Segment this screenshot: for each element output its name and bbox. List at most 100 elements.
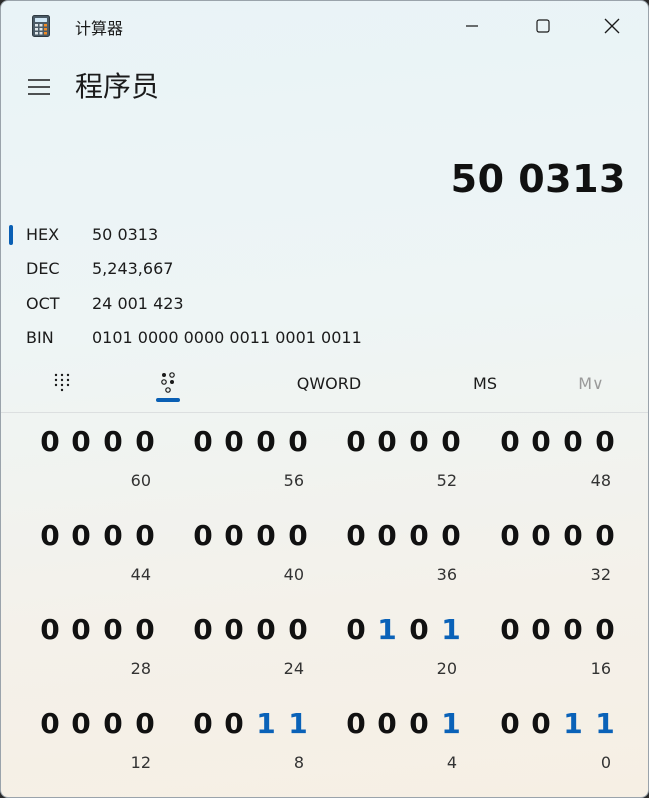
- bit-toggle[interactable]: 0: [132, 425, 158, 458]
- bit-toggle[interactable]: 0: [560, 613, 586, 646]
- bit-toggling-keypad-icon: [161, 372, 175, 393]
- radix-dec[interactable]: DEC 5,243,667: [1, 253, 601, 285]
- close-button[interactable]: [589, 1, 635, 51]
- keypad-toolbar: QWORD MS M∨: [1, 363, 648, 411]
- bit-toggle[interactable]: 0: [560, 425, 586, 458]
- divider: [1, 412, 648, 413]
- bit-toggle[interactable]: 1: [285, 707, 311, 740]
- bit-toggle[interactable]: 0: [190, 425, 216, 458]
- memory-menu-button[interactable]: M∨: [561, 363, 621, 403]
- bit-toggle[interactable]: 0: [528, 425, 554, 458]
- bit-toggle[interactable]: 0: [132, 707, 158, 740]
- bit-toggle[interactable]: 0: [343, 707, 369, 740]
- navigation-menu-button[interactable]: [23, 71, 55, 103]
- bit-toggle[interactable]: 0: [100, 613, 126, 646]
- bit-toggle[interactable]: 0: [406, 519, 432, 552]
- bit-toggle[interactable]: 0: [592, 519, 618, 552]
- bit-toggling-keypad-button[interactable]: [147, 363, 189, 403]
- bit-toggle[interactable]: 1: [438, 613, 464, 646]
- radix-label: BIN: [26, 328, 54, 347]
- bit-toggle[interactable]: 1: [560, 707, 586, 740]
- minimize-button[interactable]: [449, 1, 495, 51]
- bit-toggle[interactable]: 0: [528, 613, 554, 646]
- radix-bin[interactable]: BIN 0101 0000 0000 0011 0001 0011: [1, 322, 601, 354]
- bit-toggle[interactable]: 0: [37, 707, 63, 740]
- bit-toggle[interactable]: 0: [438, 425, 464, 458]
- bit-toggle[interactable]: 0: [285, 519, 311, 552]
- bit-toggle[interactable]: 0: [68, 707, 94, 740]
- word-size-button[interactable]: QWORD: [279, 363, 379, 403]
- bit-toggle[interactable]: 0: [374, 519, 400, 552]
- bit-toggle[interactable]: 0: [497, 519, 523, 552]
- bit-toggle[interactable]: 0: [100, 519, 126, 552]
- radix-value: 50 0313: [92, 225, 159, 244]
- bit-toggle[interactable]: 0: [190, 707, 216, 740]
- bit-toggle[interactable]: 0: [497, 425, 523, 458]
- bit-position-label: 36: [436, 565, 457, 584]
- memory-store-button[interactable]: MS: [455, 363, 515, 403]
- bit-toggle[interactable]: 0: [343, 613, 369, 646]
- bit-toggle[interactable]: 0: [132, 613, 158, 646]
- bit-toggle[interactable]: 0: [406, 707, 432, 740]
- bit-position-label: 8: [293, 753, 304, 772]
- bit-toggle[interactable]: 0: [438, 519, 464, 552]
- full-keypad-icon: [54, 373, 70, 392]
- bit-toggle[interactable]: 0: [221, 613, 247, 646]
- bit-toggle[interactable]: 0: [190, 519, 216, 552]
- radix-value: 24 001 423: [92, 294, 184, 313]
- bit-toggle[interactable]: 0: [100, 425, 126, 458]
- bit-toggle[interactable]: 0: [132, 519, 158, 552]
- bit-group: 0 0 0 0 32: [497, 519, 617, 599]
- bit-toggle[interactable]: 0: [528, 519, 554, 552]
- bit-toggle[interactable]: 0: [37, 613, 63, 646]
- bit-toggle[interactable]: 1: [253, 707, 279, 740]
- bit-toggle[interactable]: 1: [374, 613, 400, 646]
- bit-position-label: 32: [590, 565, 611, 584]
- bit-toggle[interactable]: 0: [406, 613, 432, 646]
- bit-group: 00118: [190, 707, 310, 787]
- bit-toggle[interactable]: 0: [285, 425, 311, 458]
- bit-toggle[interactable]: 0: [68, 425, 94, 458]
- radix-oct[interactable]: OCT 24 001 423: [1, 288, 601, 320]
- bit-toggle[interactable]: 0: [253, 613, 279, 646]
- bit-group: 0 0 0 0 44: [37, 519, 157, 599]
- hamburger-icon: [28, 79, 50, 95]
- bit-position-label: 28: [130, 659, 151, 678]
- bit-toggle[interactable]: 0: [68, 613, 94, 646]
- bit-position-label: 20: [436, 659, 457, 678]
- title-bar[interactable]: 计算器: [1, 1, 648, 51]
- full-keypad-button[interactable]: [41, 363, 83, 403]
- bit-toggle[interactable]: 0: [497, 707, 523, 740]
- bit-position-label: 52: [436, 471, 457, 490]
- bit-toggle[interactable]: 0: [560, 519, 586, 552]
- bit-toggle[interactable]: 1: [438, 707, 464, 740]
- bit-toggle[interactable]: 0: [285, 613, 311, 646]
- bit-toggle[interactable]: 0: [497, 613, 523, 646]
- bit-group: 0 0 0 0 28: [37, 613, 157, 693]
- bit-toggle[interactable]: 0: [343, 425, 369, 458]
- bit-toggle[interactable]: 0: [406, 425, 432, 458]
- bit-toggle[interactable]: 0: [68, 519, 94, 552]
- bit-toggle[interactable]: 0: [100, 707, 126, 740]
- bit-toggle[interactable]: 0: [37, 519, 63, 552]
- bit-toggle[interactable]: 0: [253, 425, 279, 458]
- bit-group: 0 0 0 0 56: [190, 425, 310, 505]
- bit-toggle[interactable]: 0: [37, 425, 63, 458]
- bit-toggle[interactable]: 0: [221, 425, 247, 458]
- bit-toggle[interactable]: 0: [528, 707, 554, 740]
- bit-toggle[interactable]: 0: [592, 613, 618, 646]
- bit-toggle[interactable]: 0: [374, 425, 400, 458]
- bit-toggle[interactable]: 0: [221, 519, 247, 552]
- radix-label: HEX: [26, 225, 60, 244]
- bit-toggle[interactable]: 1: [592, 707, 618, 740]
- bit-toggle[interactable]: 0: [592, 425, 618, 458]
- bit-toggle[interactable]: 0: [253, 519, 279, 552]
- radix-hex[interactable]: HEX 50 0313: [1, 219, 601, 251]
- maximize-button[interactable]: [520, 1, 566, 51]
- bit-toggle[interactable]: 0: [190, 613, 216, 646]
- bit-toggle[interactable]: 0: [343, 519, 369, 552]
- bit-toggle[interactable]: 0: [221, 707, 247, 740]
- bit-group: 0 0 0 0 60: [37, 425, 157, 505]
- bit-toggle[interactable]: 0: [374, 707, 400, 740]
- bit-group: 0 0 0 0 52: [343, 425, 463, 505]
